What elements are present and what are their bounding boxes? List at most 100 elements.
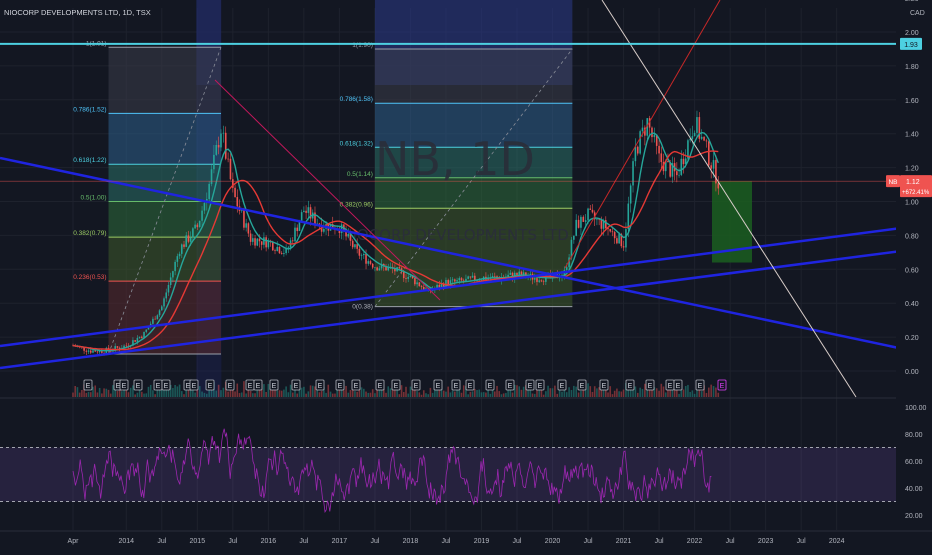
earnings-marker-label[interactable]: E [676, 383, 681, 390]
candle-body [217, 144, 220, 148]
volume-bar [176, 386, 179, 397]
volume-bar [147, 386, 150, 397]
earnings-marker-label[interactable]: E [378, 383, 383, 390]
fib-level-label: 0.236(0.53) [73, 274, 106, 281]
volume-bar [307, 391, 310, 397]
volume-bar [469, 391, 472, 397]
fib-level-label: 0.786(1.58) [340, 96, 373, 103]
candle-body [172, 271, 174, 278]
earnings-marker-label[interactable]: E [528, 383, 533, 390]
volume-bar [356, 391, 358, 397]
volume-bar [409, 386, 412, 397]
earnings-marker-label[interactable]: E [508, 383, 513, 390]
earnings-marker-label[interactable]: E [338, 383, 343, 390]
candle-body [360, 255, 363, 256]
volume-bar [458, 390, 461, 397]
volume-bar [715, 387, 717, 397]
earnings-marker-label[interactable]: E [156, 383, 161, 390]
candle-body [618, 234, 620, 244]
volume-bar [107, 389, 110, 397]
earnings-marker-label[interactable]: E [560, 383, 565, 390]
price-tick-label: 0.80 [905, 233, 919, 240]
earnings-marker-label[interactable]: E [86, 383, 91, 390]
watermark-ticker: NB, 1D [375, 132, 535, 186]
earnings-marker-label[interactable]: E [256, 383, 261, 390]
candle-body [296, 227, 299, 232]
volume-bar [454, 391, 456, 397]
earnings-marker-label[interactable]: E [122, 383, 127, 390]
earnings-marker-label[interactable]: E [394, 383, 399, 390]
volume-bar [227, 391, 229, 397]
price-tick-label: 0.20 [905, 335, 919, 342]
rsi-tick-label: 40.00 [905, 486, 923, 493]
candle-body [163, 298, 165, 307]
volume-bar [249, 390, 252, 397]
volume-bar [112, 385, 114, 397]
candle-body [420, 286, 423, 288]
earnings-marker-label[interactable]: E [354, 383, 359, 390]
volume-bar [347, 392, 350, 397]
earnings-marker-label[interactable]: E [698, 383, 703, 390]
chart-root: 1(1.91)0.786(1.52)0.618(1.22)0.5(1.00)0.… [0, 0, 932, 550]
earnings-marker-label[interactable]: E [580, 383, 585, 390]
earnings-marker-label[interactable]: E [454, 383, 459, 390]
candle-body [85, 350, 88, 352]
fib-zone [108, 164, 221, 202]
volume-bar [76, 387, 79, 397]
candle-body [367, 261, 370, 264]
candle-body [584, 220, 587, 222]
earnings-marker-label[interactable]: E [164, 383, 169, 390]
fib-level-label: 0.618(1.22) [73, 157, 106, 164]
candle-body [276, 246, 279, 251]
volume-bar [205, 393, 208, 397]
volume-bar [717, 392, 720, 397]
candle-body [705, 140, 708, 142]
earnings-marker-label[interactable]: E [414, 383, 419, 390]
volume-bar [136, 392, 139, 397]
candle-body [613, 232, 616, 239]
volume-bar [502, 393, 505, 397]
candle-body [134, 340, 136, 342]
earnings-marker-label[interactable]: E [468, 383, 473, 390]
candle-body [409, 275, 412, 277]
volume-bar [565, 392, 568, 397]
candle-body [577, 219, 580, 228]
candle-body [252, 238, 254, 242]
time-tick-label: Jul [797, 538, 806, 545]
volume-bar [577, 392, 580, 397]
candle-body [305, 210, 307, 213]
volume-bar [201, 391, 203, 397]
candle-body [347, 234, 350, 237]
earnings-marker-label[interactable]: E [228, 383, 233, 390]
earnings-marker-label[interactable]: E [668, 383, 673, 390]
earnings-marker-label[interactable]: E [136, 383, 141, 390]
earnings-marker-label[interactable]: E [628, 383, 633, 390]
earnings-marker-label[interactable]: E [720, 383, 725, 390]
candle-body [194, 224, 196, 229]
volume-bar [89, 392, 92, 397]
candle-body [471, 275, 474, 278]
volume-bar [556, 393, 559, 397]
candle-body [374, 267, 376, 269]
volume-bar [689, 391, 691, 397]
volume-bar [180, 391, 183, 397]
earnings-marker-label[interactable]: E [602, 383, 607, 390]
candle-body [634, 146, 637, 162]
volume-bar [407, 393, 410, 397]
earnings-marker-label[interactable]: E [248, 383, 253, 390]
earnings-marker-label[interactable]: E [648, 383, 653, 390]
price-chart[interactable]: 1(1.91)0.786(1.52)0.618(1.22)0.5(1.00)0.… [0, 0, 932, 550]
earnings-marker-label[interactable]: E [436, 383, 441, 390]
earnings-marker-label[interactable]: E [488, 383, 493, 390]
volume-bar [516, 385, 518, 397]
earnings-marker-label[interactable]: E [208, 383, 213, 390]
earnings-marker-label[interactable]: E [538, 383, 543, 390]
earnings-marker-label[interactable]: E [318, 383, 323, 390]
volume-bar [247, 389, 250, 397]
volume-bar [416, 391, 418, 397]
earnings-marker-label[interactable]: E [272, 383, 277, 390]
earnings-marker-label[interactable]: E [294, 383, 299, 390]
candle-body [234, 187, 236, 198]
volume-bar [189, 390, 192, 397]
earnings-marker-label[interactable]: E [192, 383, 197, 390]
